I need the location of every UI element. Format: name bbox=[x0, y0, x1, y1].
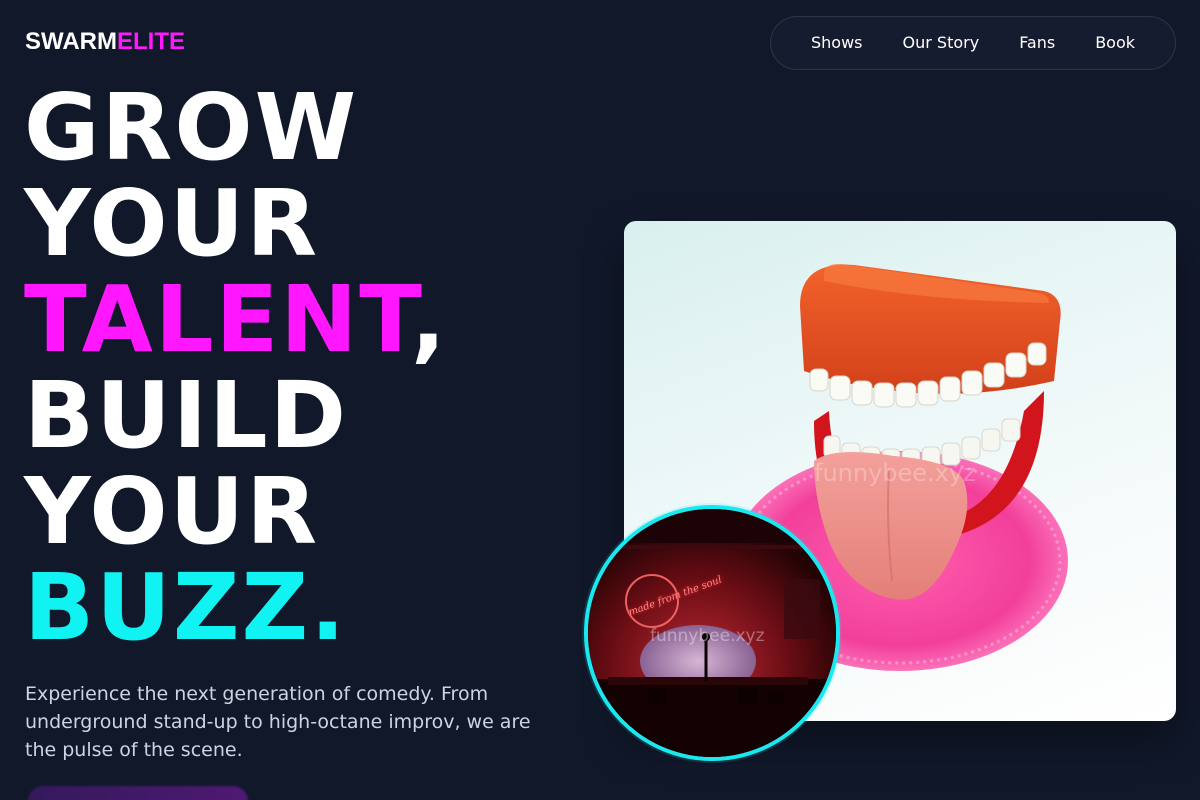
landing-page: SWARMELITE Shows Our Story Fans Book GRO… bbox=[0, 0, 1200, 800]
brand-logo-part1: SWARM bbox=[25, 28, 117, 55]
headline-line-1: GROW bbox=[24, 74, 359, 181]
nav-link-fans[interactable]: Fans bbox=[1019, 33, 1055, 53]
cta-button[interactable] bbox=[28, 786, 248, 800]
nav-link-our-story[interactable]: Our Story bbox=[903, 33, 980, 53]
hero-subtext: Experience the next generation of comedy… bbox=[25, 683, 531, 761]
headline-line-3: TALENT, bbox=[24, 272, 448, 368]
headline-comma: , bbox=[410, 266, 448, 373]
hero-photo-stage: made from the soul funnybee.xyz bbox=[584, 505, 840, 761]
headline-line-2: YOUR bbox=[24, 170, 320, 277]
headline-line-4: BUILD bbox=[24, 362, 349, 469]
stage-illustration bbox=[588, 509, 836, 757]
nav-link-shows[interactable]: Shows bbox=[811, 33, 863, 53]
hero-headline: GROW YOUR TALENT, BUILD YOUR BUZZ. bbox=[24, 80, 448, 656]
brand-logo[interactable]: SWARMELITE bbox=[25, 28, 185, 56]
brand-logo-part2: ELITE bbox=[117, 28, 186, 55]
headline-highlight-buzz: BUZZ. bbox=[24, 554, 348, 661]
nav-link-book[interactable]: Book bbox=[1095, 33, 1135, 53]
headline-highlight-talent: TALENT bbox=[24, 266, 411, 373]
main-nav: Shows Our Story Fans Book bbox=[770, 16, 1176, 70]
headline-line-5: YOUR bbox=[24, 458, 320, 565]
